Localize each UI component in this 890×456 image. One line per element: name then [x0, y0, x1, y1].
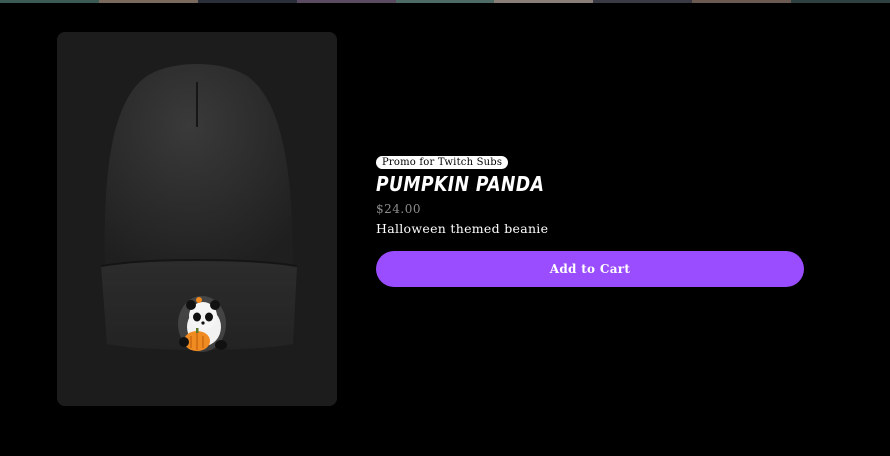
beanie-image	[57, 32, 337, 406]
product-page: Promo for Twitch Subs PUMPKIN PANDA $24.…	[0, 0, 890, 456]
product-title: PUMPKIN PANDA	[376, 172, 545, 196]
product-price: $24.00	[376, 202, 421, 216]
promo-badge: Promo for Twitch Subs	[376, 156, 509, 169]
product-info: Promo for Twitch Subs PUMPKIN PANDA $24.…	[376, 150, 806, 287]
top-banner-strip	[0, 0, 890, 3]
product-image-card[interactable]	[57, 32, 337, 406]
add-to-cart-button[interactable]: Add to Cart	[376, 251, 804, 287]
panda-patch	[178, 296, 227, 352]
product-description: Halloween themed beanie	[376, 221, 549, 236]
